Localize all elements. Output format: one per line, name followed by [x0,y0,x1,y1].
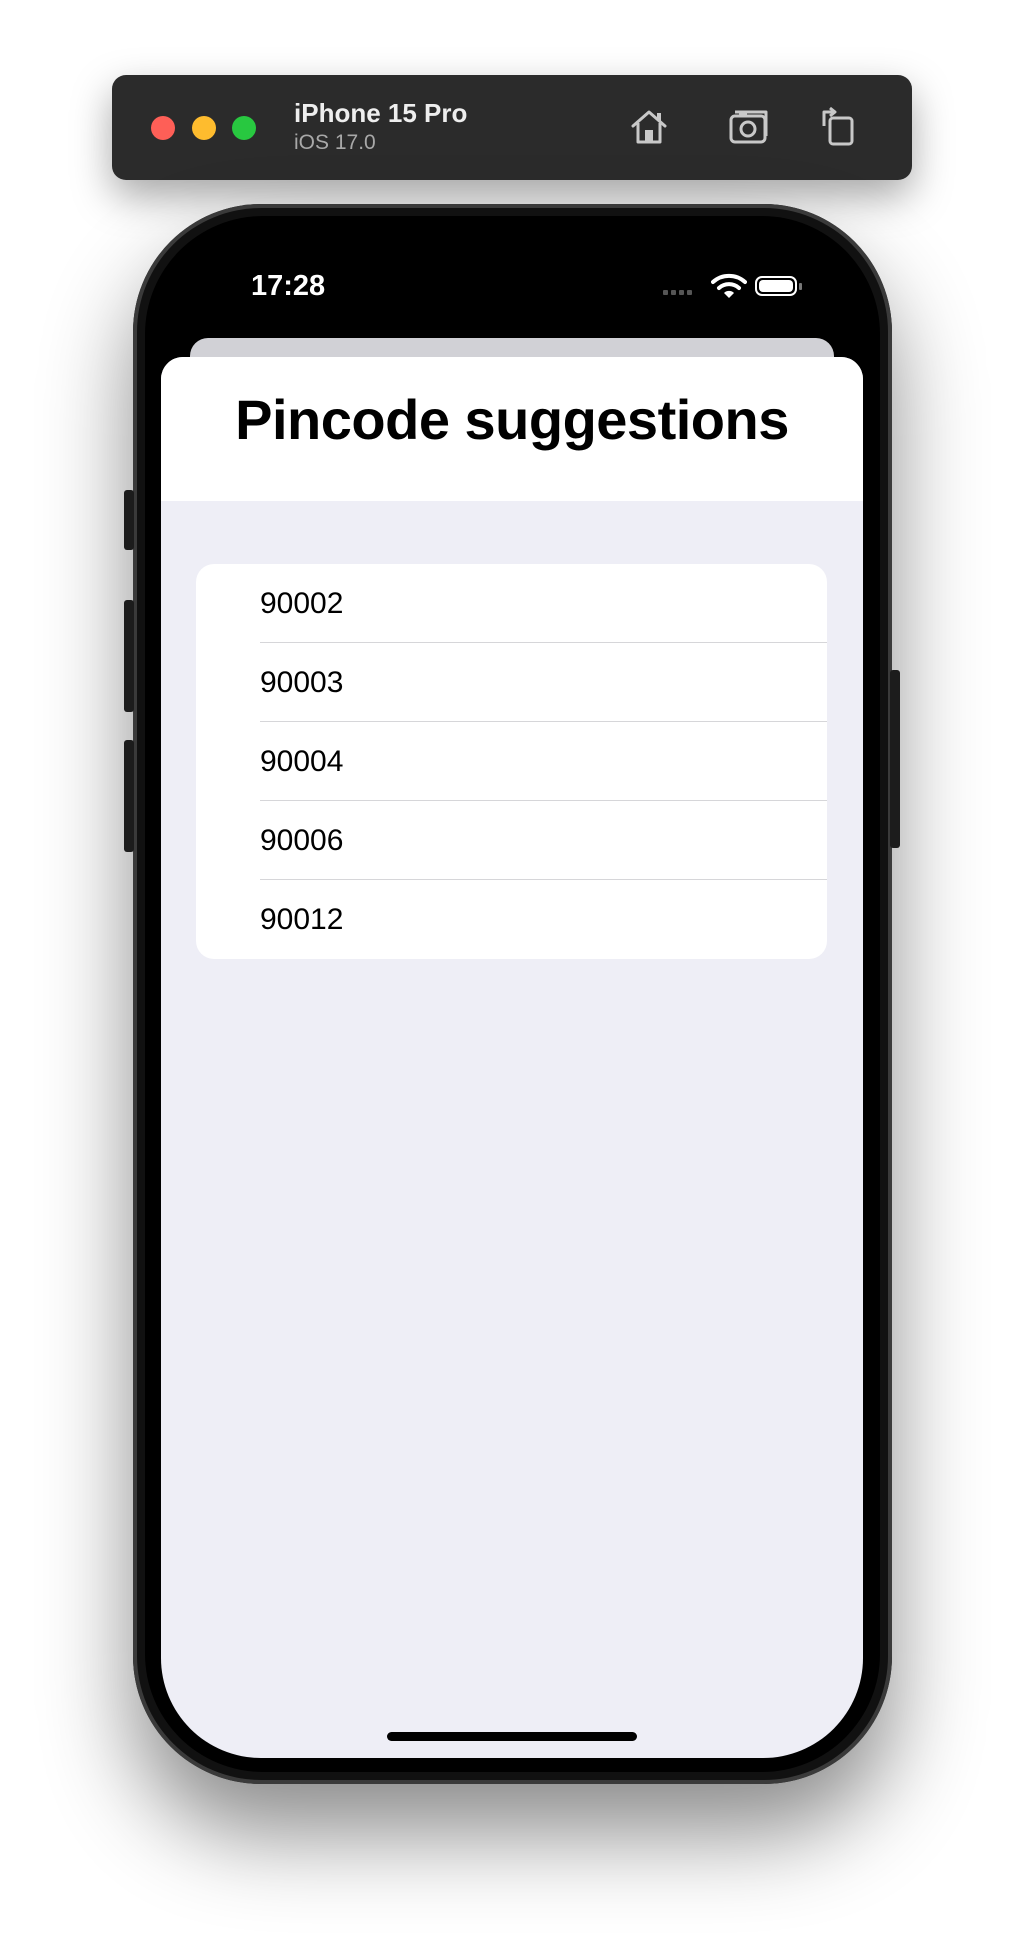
pincode-label: 90006 [260,824,344,857]
cellular-signal-icon [663,290,668,295]
screenshot-button[interactable] [726,104,772,150]
volume-up-button [124,600,134,712]
power-button [890,670,900,848]
wifi-icon [711,272,747,302]
battery-icon [755,276,797,296]
status-icons [663,272,803,306]
home-icon [631,110,667,144]
simulator-stage: iPhone 15 Pro iOS 17.0 17:28 Pincode sug… [0,0,1024,1936]
zoom-window-button[interactable] [232,116,256,140]
list-item[interactable]: 90006 [196,801,827,880]
pincode-label: 90002 [260,587,344,620]
os-version: iOS 17.0 [294,131,376,154]
status-time: 17:28 [251,270,326,302]
list-item[interactable]: 90012 [196,880,827,959]
rotate-button[interactable] [816,104,862,150]
close-window-button[interactable] [151,116,175,140]
rotate-icon [822,106,854,146]
suggestions-sheet: Pincode suggestions 90002 90003 90004 90… [161,357,863,1758]
pincode-label: 90003 [260,666,344,699]
list-item[interactable]: 90004 [196,722,827,801]
action-button [124,490,134,550]
cellular-signal-bar [687,290,692,295]
pincode-label: 90004 [260,745,344,778]
list-item[interactable]: 90002 [196,564,827,643]
home-button[interactable] [626,104,672,150]
sheet-header: Pincode suggestions [161,357,863,501]
home-indicator[interactable] [387,1732,637,1741]
minimize-window-button[interactable] [192,116,216,140]
cellular-signal-bar [679,290,684,295]
screenshot-icon [729,110,768,144]
battery-cap [799,283,802,290]
pincode-label: 90012 [260,903,344,936]
list-item[interactable]: 90003 [196,643,827,722]
volume-down-button [124,740,134,852]
device-screen: 17:28 Pincode suggestions 90002 90003 90… [161,230,863,1758]
sheet-title: Pincode suggestions [235,388,789,451]
cellular-signal-bar [671,290,676,295]
device-name: iPhone 15 Pro [294,98,468,128]
pincode-list: 90002 90003 90004 90006 90012 [196,564,827,959]
